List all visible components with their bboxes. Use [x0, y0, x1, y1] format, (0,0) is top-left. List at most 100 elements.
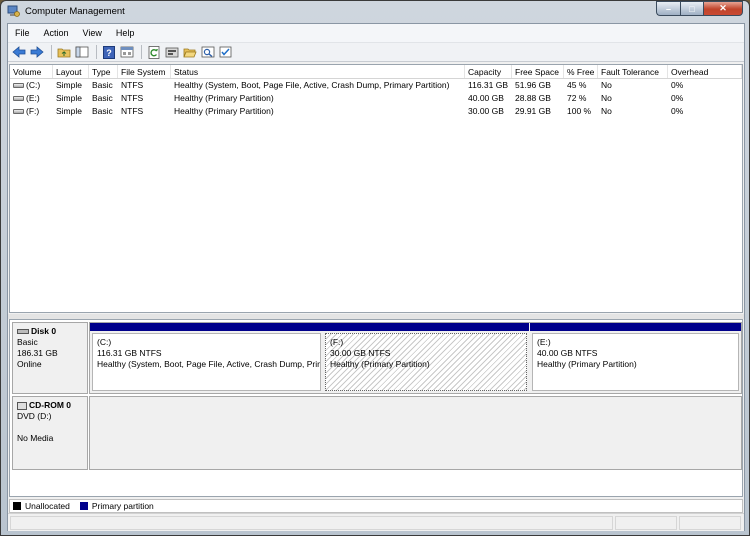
- window-controls: – □ ✕: [656, 1, 743, 16]
- partition-c-size: 116.31 GB NTFS: [97, 348, 162, 358]
- column-header-file-system[interactable]: File System: [118, 65, 171, 78]
- partition-e-bar: [530, 323, 741, 331]
- menu-bar: File Action View Help: [8, 24, 744, 42]
- volume-list-header: Volume Layout Type File System Status Ca…: [10, 65, 742, 79]
- show-hide-tree-icon[interactable]: [74, 44, 90, 60]
- settings-icon[interactable]: [164, 44, 180, 60]
- cdrom-0-state: No Media: [17, 433, 54, 443]
- volume-name: (F:): [26, 106, 40, 116]
- cell-free-space: 51.96 GB: [515, 80, 551, 90]
- legend-label-unallocated: Unallocated: [25, 501, 70, 511]
- legend: Unallocated Primary partition: [9, 499, 743, 513]
- partition-e[interactable]: (E:) 40.00 GB NTFS Healthy (Primary Part…: [530, 323, 741, 393]
- refresh-icon[interactable]: [146, 44, 162, 60]
- menu-view[interactable]: View: [76, 28, 109, 38]
- disk-icon: [17, 329, 29, 335]
- svg-text:?: ?: [106, 48, 112, 58]
- column-header-status[interactable]: Status: [171, 65, 465, 78]
- menu-file[interactable]: File: [8, 28, 37, 38]
- cell-type: Basic: [92, 93, 113, 103]
- disk-0-type: Basic: [17, 337, 38, 347]
- cdrom-0-label[interactable]: CD-ROM 0 DVD (D:) No Media: [12, 396, 88, 470]
- disk-0-name: Disk 0: [31, 326, 57, 336]
- cell-free-space: 29.91 GB: [515, 106, 551, 116]
- volume-name: (E:): [26, 93, 40, 103]
- partition-c-status: Healthy (System, Boot, Page File, Active…: [97, 359, 320, 369]
- cell-volume: (F:): [10, 105, 53, 118]
- open-folder-icon[interactable]: [182, 44, 198, 60]
- maximize-button[interactable]: □: [680, 1, 703, 16]
- disk-0-row: Disk 0 Basic 186.31 GB Online (C:) 116.3…: [10, 322, 742, 394]
- column-header-type[interactable]: Type: [89, 65, 118, 78]
- cell-overhead: 0%: [671, 93, 684, 103]
- legend-swatch-unallocated: [13, 502, 21, 510]
- disk-0-partitions: (C:) 116.31 GB NTFS Healthy (System, Boo…: [89, 322, 742, 394]
- partition-c[interactable]: (C:) 116.31 GB NTFS Healthy (System, Boo…: [90, 323, 323, 393]
- volume-row[interactable]: (F:) Simple Basic NTFS Healthy (Primary …: [10, 105, 742, 118]
- back-icon[interactable]: [11, 44, 27, 60]
- menu-help[interactable]: Help: [109, 28, 142, 38]
- volume-name: (C:): [26, 80, 41, 90]
- partition-e-body: (E:) 40.00 GB NTFS Healthy (Primary Part…: [532, 333, 739, 391]
- cell-volume: (E:): [10, 92, 53, 105]
- partition-c-label: (C:): [97, 337, 112, 347]
- cell-layout: Simple: [56, 93, 82, 103]
- partition-f-bar: [323, 323, 529, 331]
- up-folder-icon[interactable]: [56, 44, 72, 60]
- window-title: Computer Management: [25, 6, 125, 17]
- cell-layout: Simple: [56, 106, 82, 116]
- computer-management-window: Computer Management – □ ✕ File Action Vi…: [0, 0, 750, 536]
- cdrom-0-type: DVD (D:): [17, 411, 52, 421]
- column-header-capacity[interactable]: Capacity: [465, 65, 512, 78]
- cdrom-0-title: CD-ROM 0: [17, 400, 83, 411]
- cell-overhead: 0%: [671, 80, 684, 90]
- partition-c-body: (C:) 116.31 GB NTFS Healthy (System, Boo…: [92, 333, 321, 391]
- partition-e-label: (E:): [537, 337, 551, 347]
- menu-action[interactable]: Action: [37, 28, 76, 38]
- cdrom-0-row: CD-ROM 0 DVD (D:) No Media: [10, 396, 742, 470]
- partition-f-label: (F:): [330, 337, 344, 347]
- volume-row[interactable]: (C:) Simple Basic NTFS Healthy (System, …: [10, 79, 742, 92]
- help-icon[interactable]: ?: [101, 44, 117, 60]
- drive-icon: [13, 83, 24, 89]
- cell-fault-tolerance: No: [601, 80, 612, 90]
- search-icon[interactable]: [200, 44, 216, 60]
- partition-f-size: 30.00 GB NTFS: [330, 348, 391, 358]
- cell-file-system: NTFS: [121, 80, 144, 90]
- column-header-volume[interactable]: Volume: [10, 65, 53, 78]
- forward-icon[interactable]: [29, 44, 45, 60]
- cell-status: Healthy (Primary Partition): [174, 93, 274, 103]
- partition-f[interactable]: (F:) 30.00 GB NTFS Healthy (Primary Part…: [323, 323, 529, 393]
- column-header-fault-tolerance[interactable]: Fault Tolerance: [598, 65, 668, 78]
- partition-f-status: Healthy (Primary Partition): [330, 359, 430, 369]
- cell-percent-free: 45 %: [567, 80, 587, 90]
- cell-type: Basic: [92, 80, 113, 90]
- column-header-free-space[interactable]: Free Space: [512, 65, 564, 78]
- partition-e-size: 40.00 GB NTFS: [537, 348, 598, 358]
- cell-percent-free: 72 %: [567, 93, 587, 103]
- checklist-icon[interactable]: [218, 44, 234, 60]
- cell-file-system: NTFS: [121, 93, 144, 103]
- cdrom-0-area: [89, 396, 742, 470]
- title-bar[interactable]: Computer Management – □ ✕: [1, 1, 749, 23]
- disk-0-size: 186.31 GB: [17, 348, 58, 358]
- legend-label-primary: Primary partition: [91, 501, 154, 511]
- column-header-overhead[interactable]: Overhead: [668, 65, 742, 78]
- disk-map: Disk 0 Basic 186.31 GB Online (C:) 116.3…: [9, 319, 743, 497]
- close-button[interactable]: ✕: [703, 1, 743, 16]
- column-header-percent-free[interactable]: % Free: [564, 65, 598, 78]
- toolbar: ?: [8, 42, 744, 62]
- disk-0-label[interactable]: Disk 0 Basic 186.31 GB Online: [12, 322, 88, 394]
- close-icon: ✕: [719, 3, 727, 13]
- cell-capacity: 40.00 GB: [468, 93, 504, 103]
- cell-fault-tolerance: No: [601, 93, 612, 103]
- partition-e-status: Healthy (Primary Partition): [537, 359, 637, 369]
- volume-row[interactable]: (E:) Simple Basic NTFS Healthy (Primary …: [10, 92, 742, 105]
- cell-file-system: NTFS: [121, 106, 144, 116]
- disk-0-title: Disk 0: [17, 326, 83, 337]
- cell-type: Basic: [92, 106, 113, 116]
- minimize-button[interactable]: –: [656, 1, 680, 16]
- properties-icon[interactable]: [119, 44, 135, 60]
- column-header-layout[interactable]: Layout: [53, 65, 89, 78]
- client-area: File Action View Help ? Volume Layout Ty…: [7, 23, 745, 531]
